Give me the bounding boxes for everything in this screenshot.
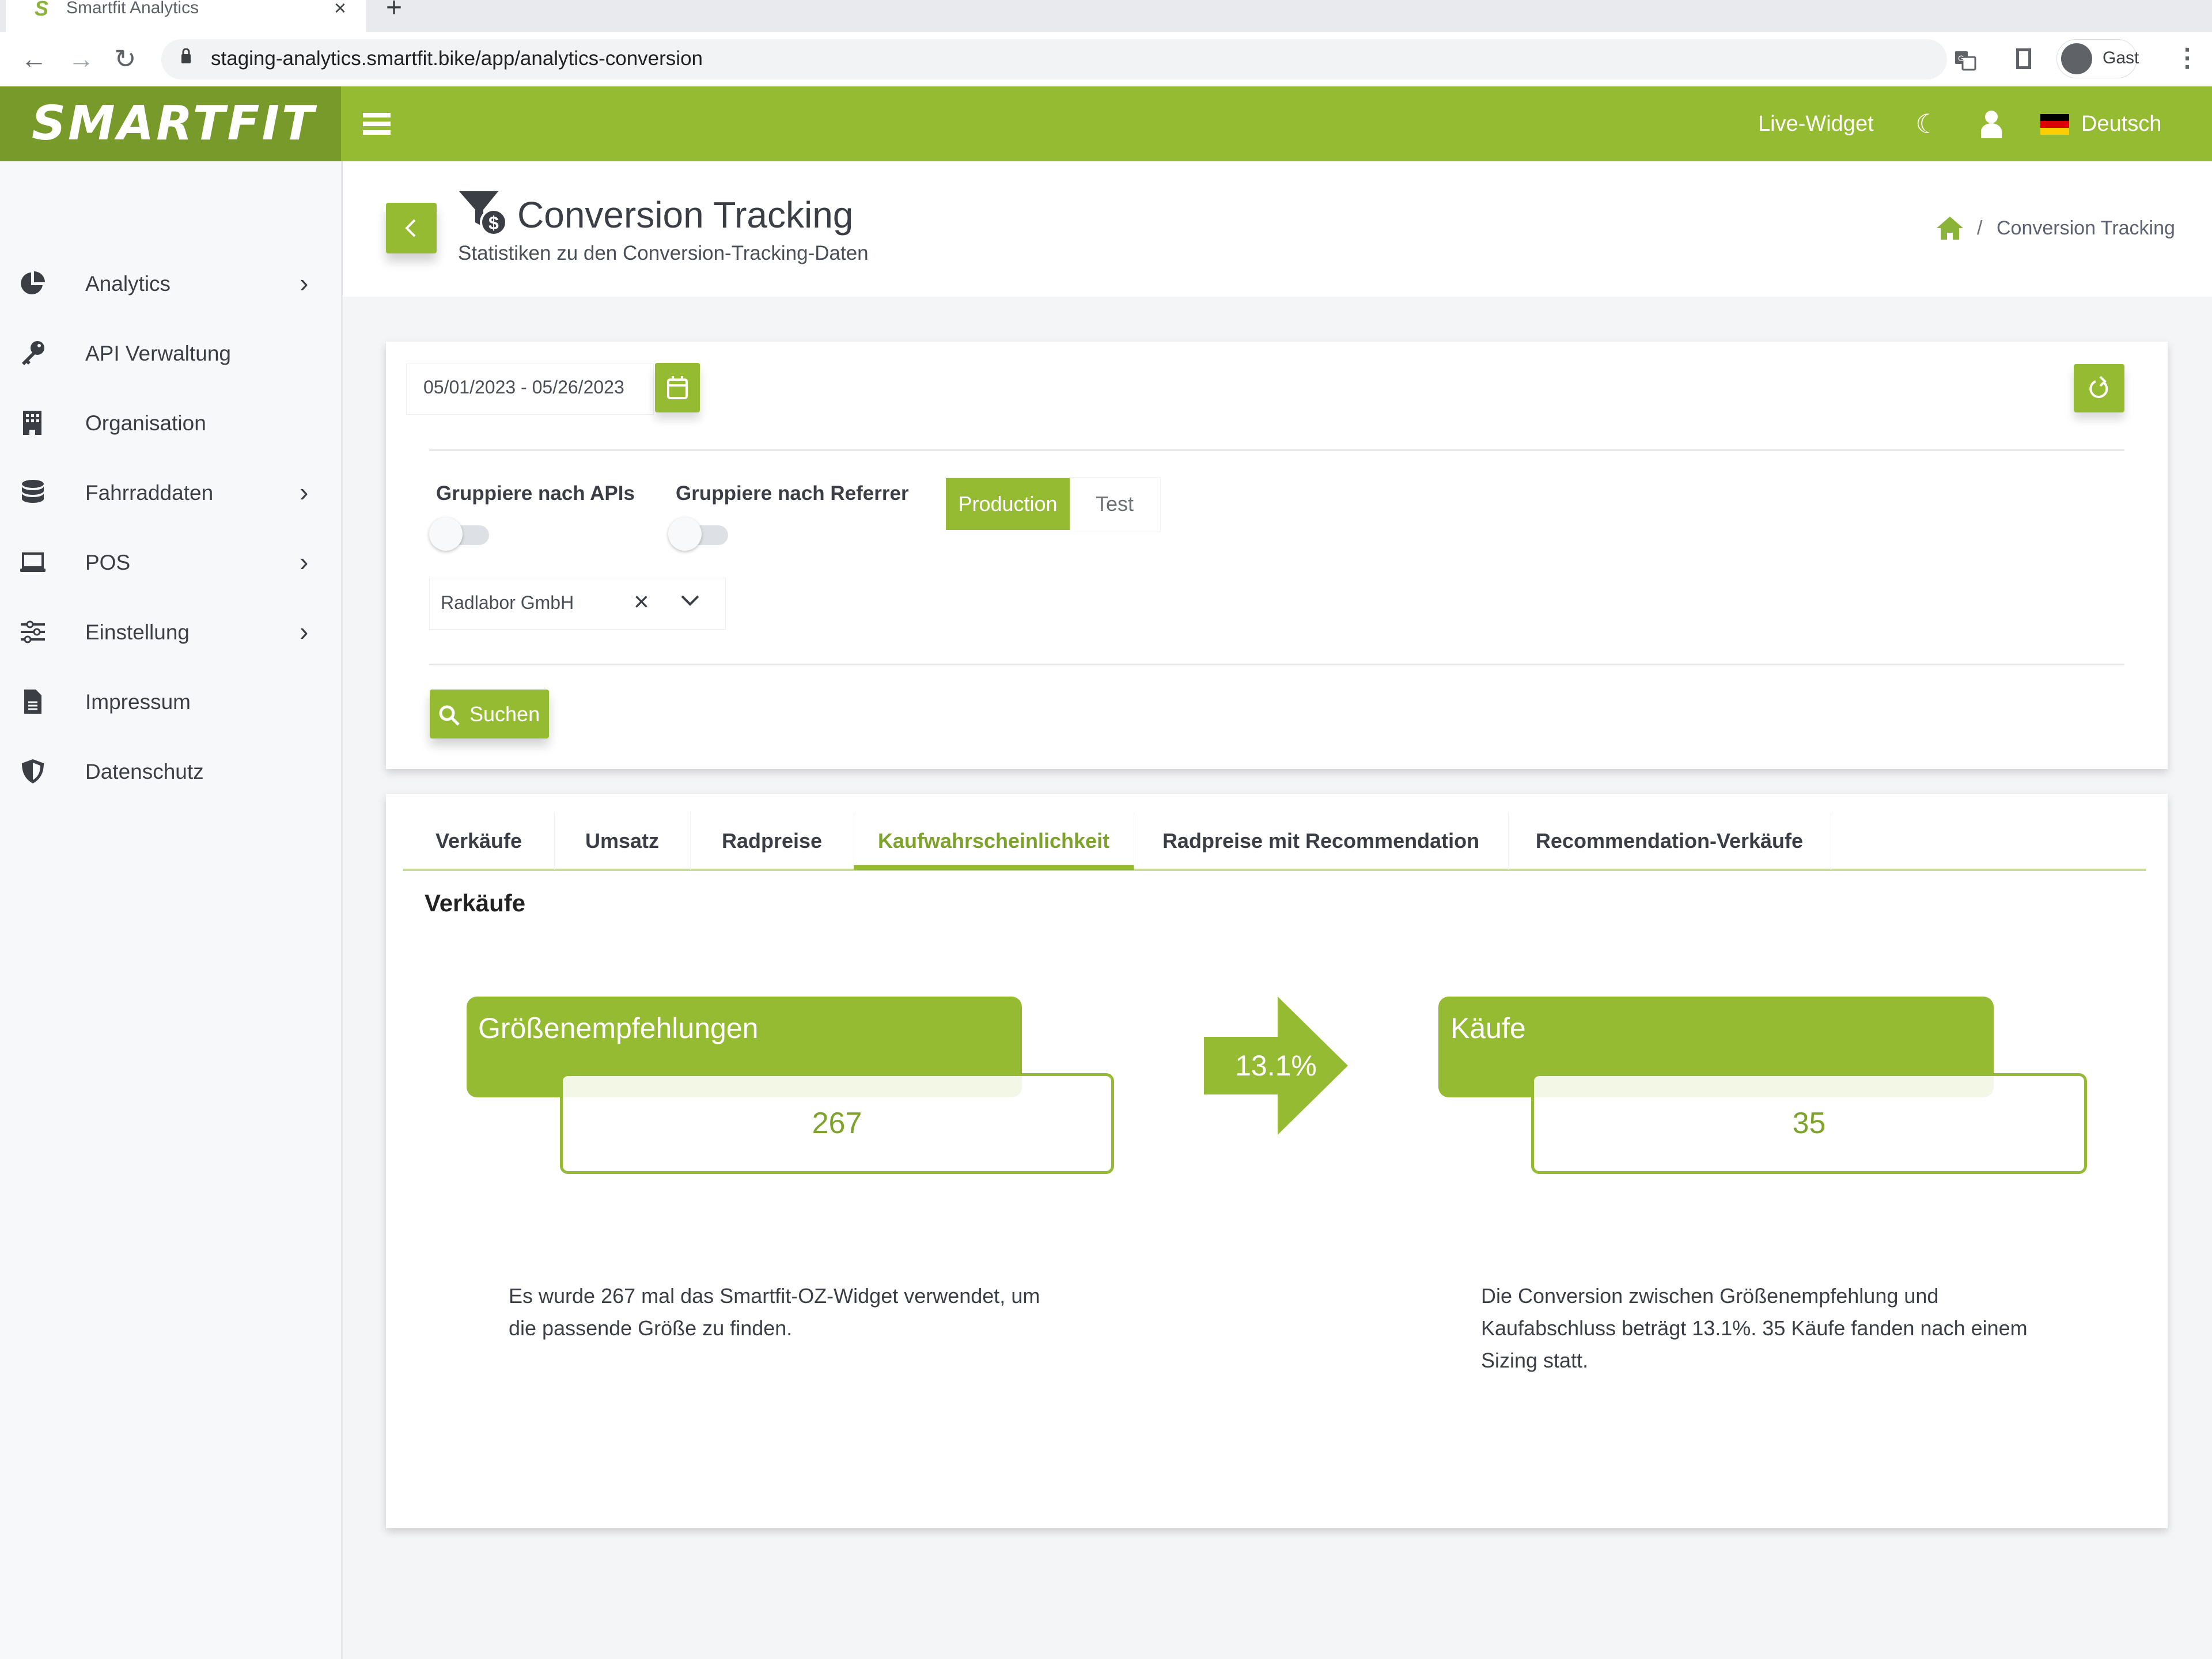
sidebar-item-label: Datenschutz: [85, 760, 204, 783]
date-range-value: 05/01/2023 - 05/26/2023: [423, 377, 624, 397]
page-title: Conversion Tracking: [517, 194, 854, 236]
breadcrumb-current: Conversion Tracking: [1997, 217, 2175, 239]
page-subtitle: Statistiken zu den Conversion-Tracking-D…: [458, 242, 869, 264]
new-tab-icon[interactable]: +: [386, 0, 402, 22]
lock-icon: [181, 48, 191, 63]
size-recommendations-value: 267: [812, 1107, 862, 1140]
sliders-icon: [21, 620, 45, 643]
search-icon: [439, 705, 460, 726]
breadcrumb-separator: /: [1977, 217, 1983, 239]
chevron-down-icon[interactable]: [679, 589, 702, 612]
shield-icon: [22, 759, 44, 783]
sidebar-item-label: POS: [85, 551, 131, 574]
sidebar-item-impressum[interactable]: Impressum: [0, 676, 341, 728]
svg-text:$: $: [488, 213, 499, 233]
sidebar-item-label: Impressum: [85, 690, 191, 714]
chevron-right-icon: ›: [300, 616, 309, 646]
close-tab-icon[interactable]: ×: [334, 0, 346, 18]
env-production-button[interactable]: Production: [946, 478, 1070, 530]
forward-arrow-icon[interactable]: →: [68, 41, 94, 76]
translate-icon[interactable]: G: [1955, 50, 1976, 71]
profile-name: Gast: [2103, 48, 2139, 67]
sidebar-item-label: API Verwaltung: [85, 342, 231, 365]
search-button-label: Suchen: [469, 702, 540, 726]
avatar: [2061, 43, 2092, 74]
chevron-right-icon: ›: [300, 547, 309, 577]
sidebar-item-organisation[interactable]: Organisation: [0, 397, 341, 449]
svg-text:G: G: [1958, 54, 1964, 63]
sidebar-item-label: Einstellung: [85, 620, 190, 644]
refresh-icon: [2089, 376, 2108, 398]
conversion-rate: 13.1%: [1235, 1050, 1317, 1082]
divider: [429, 449, 2124, 451]
tab-recommendation-verkaeufe[interactable]: Recommendation-Verkäufe: [1508, 812, 1831, 870]
group-by-referrer-label: Gruppiere nach Referrer: [676, 482, 909, 505]
document-icon: [24, 690, 41, 714]
database-icon: [22, 480, 44, 503]
dark-mode-icon[interactable]: ☾: [1915, 109, 1939, 138]
group-by-apis-label: Gruppiere nach APIs: [436, 482, 635, 505]
sidebar-item-pos[interactable]: POS ›: [0, 536, 341, 588]
tab-umsatz[interactable]: Umsatz: [554, 812, 691, 870]
purchases-value: 35: [1792, 1107, 1826, 1140]
organisation-value: Radlabor GmbH: [441, 592, 574, 613]
german-flag-icon: [2040, 114, 2069, 135]
browser-tab-title: Smartfit Analytics: [66, 0, 199, 17]
group-by-apis-toggle[interactable]: [429, 517, 493, 552]
size-recommendations-label: Größenempfehlungen: [478, 1012, 759, 1044]
browser-menu-icon[interactable]: ⋮: [2175, 44, 2200, 73]
chevron-right-icon: ›: [300, 477, 309, 507]
tab-radpreise-mit-recommendation[interactable]: Radpreise mit Recommendation: [1134, 812, 1509, 870]
purchases-label: Käufe: [1450, 1012, 1526, 1044]
clear-icon[interactable]: ×: [634, 585, 649, 618]
sidebar-item-api-verwaltung[interactable]: API Verwaltung: [0, 327, 341, 379]
logo[interactable]: SMARTFIT: [32, 98, 316, 150]
sidebar: Analytics › API Verwaltung Organisation …: [0, 161, 343, 1659]
back-arrow-icon[interactable]: ←: [21, 41, 47, 76]
chevron-left-icon: [405, 219, 416, 237]
tab-verkaeufe[interactable]: Verkäufe: [403, 812, 555, 870]
group-by-referrer-toggle[interactable]: [668, 517, 732, 552]
url-text[interactable]: staging-analytics.smartfit.bike/app/anal…: [211, 47, 703, 70]
env-test-button[interactable]: Test: [1071, 478, 1158, 530]
tab-radpreise[interactable]: Radpreise: [690, 812, 854, 870]
laptop-icon: [20, 552, 46, 572]
sidebar-item-datenschutz[interactable]: Datenschutz: [0, 745, 341, 797]
sidebar-item-label: Organisation: [85, 411, 206, 435]
sidebar-item-fahrraddaten[interactable]: Fahrraddaten ›: [0, 467, 341, 518]
calendar-icon: [667, 376, 688, 399]
refresh-button[interactable]: [2074, 364, 2124, 412]
side-panel-icon[interactable]: [2016, 48, 2031, 69]
sidebar-item-analytics[interactable]: Analytics ›: [0, 257, 341, 309]
chevron-right-icon: ›: [300, 268, 309, 298]
size-recommendations-description: Es wurde 267 mal das Smartfit-OZ-Widget …: [509, 1284, 1040, 1340]
language-selector[interactable]: Deutsch: [2081, 109, 2161, 138]
building-icon: [23, 411, 41, 435]
back-button[interactable]: [386, 203, 437, 253]
home-icon[interactable]: [1936, 215, 1964, 241]
favicon-icon: S: [35, 0, 49, 20]
sidebar-item-label: Analytics: [85, 272, 171, 296]
key-icon: [22, 341, 44, 365]
funnel-dollar-icon: $: [459, 191, 507, 236]
divider: [429, 664, 2124, 665]
user-icon[interactable]: [1980, 109, 2003, 138]
reload-icon[interactable]: ↻: [114, 41, 137, 76]
sidebar-item-label: Fahrraddaten: [85, 481, 214, 505]
live-widget-link[interactable]: Live-Widget: [1758, 109, 1874, 138]
purchases-description: Die Conversion zwischen Größenempfehlung…: [1481, 1284, 2028, 1372]
menu-toggle-icon[interactable]: [363, 113, 391, 135]
pie-chart-icon: [21, 271, 45, 294]
sidebar-item-einstellung[interactable]: Einstellung ›: [0, 606, 341, 658]
calendar-button[interactable]: [655, 363, 700, 412]
section-title: Verkäufe: [425, 889, 526, 916]
tab-kaufwahrscheinlichkeit[interactable]: Kaufwahrscheinlichkeit: [854, 812, 1134, 870]
